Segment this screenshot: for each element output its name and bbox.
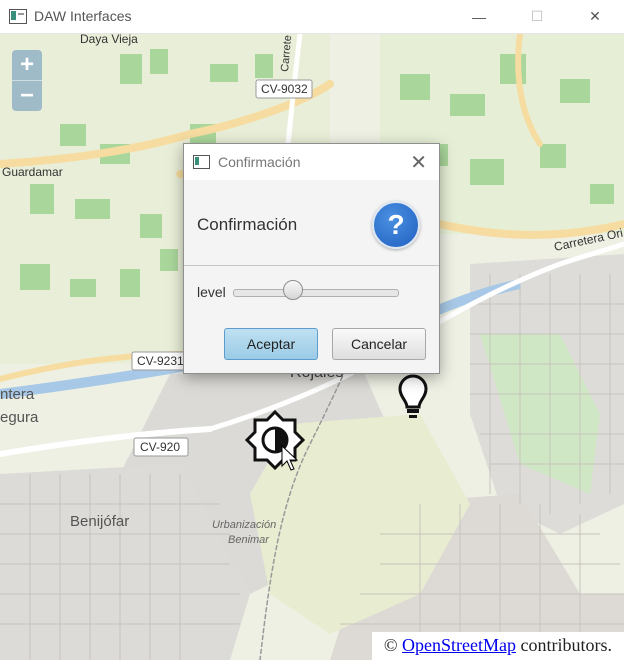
window-titlebar: DAW Interfaces — ☐ ✕ (0, 0, 624, 34)
map-label-cv9231: CV-9231 (137, 354, 184, 368)
confirmation-dialog: Confirmación ✕ Confirmación ? level Acep… (183, 143, 440, 374)
minimize-button[interactable]: — (450, 0, 508, 33)
map-label-ntera: ntera (0, 386, 35, 403)
map-label-benimar: Benimar (228, 534, 270, 546)
dialog-header: Confirmación ? (184, 181, 439, 266)
level-label: level (197, 284, 226, 300)
close-button[interactable]: ✕ (566, 0, 624, 33)
dialog-header-text: Confirmación (197, 215, 298, 234)
map-label-urbanizacion: Urbanización (212, 519, 276, 531)
dialog-app-icon (193, 155, 210, 169)
zoom-out-button[interactable]: − (12, 80, 42, 111)
dialog-close-button[interactable]: ✕ (410, 150, 427, 175)
map-label-egura: egura (0, 409, 39, 426)
cancel-button[interactable]: Cancelar (332, 328, 426, 360)
map-label-cv9032: CV-9032 (261, 82, 308, 96)
dialog-title: Confirmación (218, 154, 301, 170)
openstreetmap-link[interactable]: OpenStreetMap (402, 635, 516, 655)
map-attribution: © OpenStreetMap contributors. (371, 632, 624, 660)
dialog-titlebar: Confirmación ✕ (184, 144, 439, 180)
map-label-benijofar: Benijófar (70, 513, 129, 530)
map-label-guardamar: Guardamar (2, 165, 63, 179)
app-icon (9, 9, 27, 24)
map-label-cv920: CV-920 (140, 440, 180, 454)
zoom-in-button[interactable]: + (12, 50, 42, 80)
map-label-daya-vieja: Daya Vieja (80, 34, 138, 46)
question-icon: ? (372, 201, 420, 249)
window-title: DAW Interfaces (34, 8, 132, 24)
level-slider-thumb[interactable] (283, 280, 304, 300)
maximize-button[interactable]: ☐ (508, 0, 566, 33)
accept-button[interactable]: Aceptar (224, 328, 318, 360)
zoom-control: + − (12, 50, 42, 111)
level-slider-track[interactable] (233, 289, 399, 297)
